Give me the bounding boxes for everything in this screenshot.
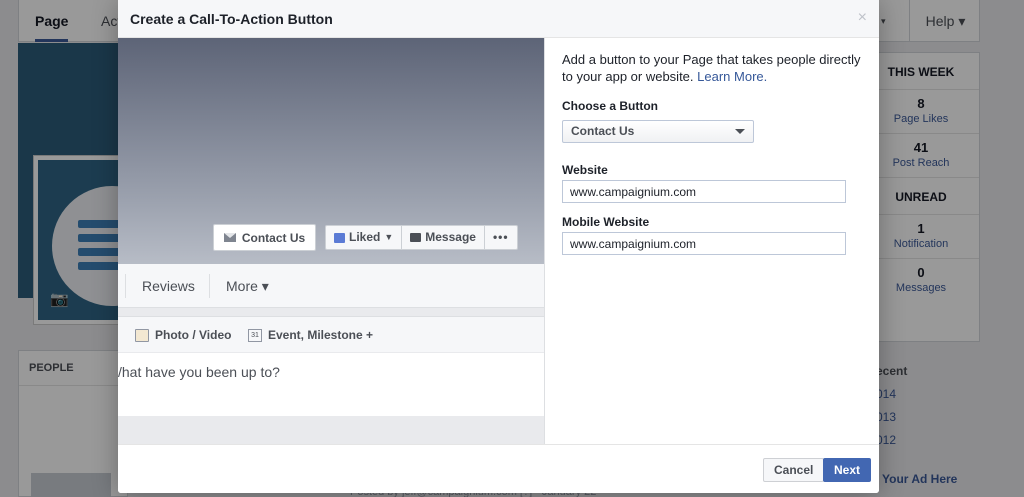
composer-placeholder: /hat have you been up to?: [118, 364, 280, 380]
thumbs-up-icon: [334, 232, 345, 243]
mobile-website-input[interactable]: [562, 232, 846, 255]
tab-more: More ▾: [226, 278, 269, 294]
chevron-down-icon: ▼: [384, 232, 394, 242]
website-label: Website: [562, 163, 608, 177]
composer-actions: Photo / Video 31 Event, Milestone +: [118, 317, 544, 353]
learn-more-link[interactable]: Learn More.: [697, 69, 767, 84]
photo-icon: [135, 328, 149, 342]
liked-button: Liked ▼: [326, 226, 403, 249]
page-action-buttons: Liked ▼ Message •••: [325, 225, 518, 250]
envelope-icon: [223, 233, 236, 242]
event-milestone-action: 31 Event, Milestone +: [248, 317, 373, 353]
page-preview: Contact Us Liked ▼ Message ••• Reviews M…: [118, 38, 544, 444]
more-options-button: •••: [485, 226, 517, 249]
post-composer: Photo / Video 31 Event, Milestone + /hat…: [118, 316, 544, 416]
contact-us-preview-button: Contact Us: [213, 224, 316, 251]
cancel-button[interactable]: Cancel: [763, 458, 825, 482]
choose-button-value: Contact Us: [571, 124, 635, 138]
mobile-website-label: Mobile Website: [562, 215, 650, 229]
message-label: Message: [425, 230, 476, 244]
dialog-footer: Cancel Next: [118, 444, 879, 493]
preview-cover-photo: Contact Us Liked ▼ Message •••: [118, 38, 544, 264]
more-dots-icon: •••: [492, 230, 509, 244]
nav-divider: [125, 274, 126, 298]
message-button: Message: [402, 226, 485, 249]
photo-video-action: Photo / Video: [135, 317, 231, 353]
cta-intro-text: Add a button to your Page that takes peo…: [562, 51, 862, 85]
nav-divider: [209, 274, 210, 298]
preview-page-nav: Reviews More ▾: [118, 264, 544, 308]
event-milestone-label: Event, Milestone +: [268, 328, 374, 342]
photo-video-label: Photo / Video: [155, 328, 232, 342]
calendar-icon: 31: [248, 328, 262, 342]
next-button[interactable]: Next: [823, 458, 872, 482]
chevron-down-icon: [735, 129, 745, 134]
website-input[interactable]: [562, 180, 846, 203]
cta-dialog: Create a Call-To-Action Button × Contact…: [118, 0, 879, 493]
choose-button-select[interactable]: Contact Us: [562, 120, 754, 143]
tab-reviews: Reviews: [142, 278, 195, 294]
message-icon: [410, 233, 422, 242]
close-icon[interactable]: ×: [858, 9, 867, 27]
dialog-header: Create a Call-To-Action Button ×: [118, 0, 879, 38]
contact-us-preview-label: Contact Us: [241, 230, 306, 245]
cta-form: Add a button to your Page that takes peo…: [544, 38, 879, 444]
dialog-title: Create a Call-To-Action Button: [130, 11, 333, 27]
liked-label: Liked: [349, 230, 381, 244]
choose-button-label: Choose a Button: [562, 99, 658, 113]
